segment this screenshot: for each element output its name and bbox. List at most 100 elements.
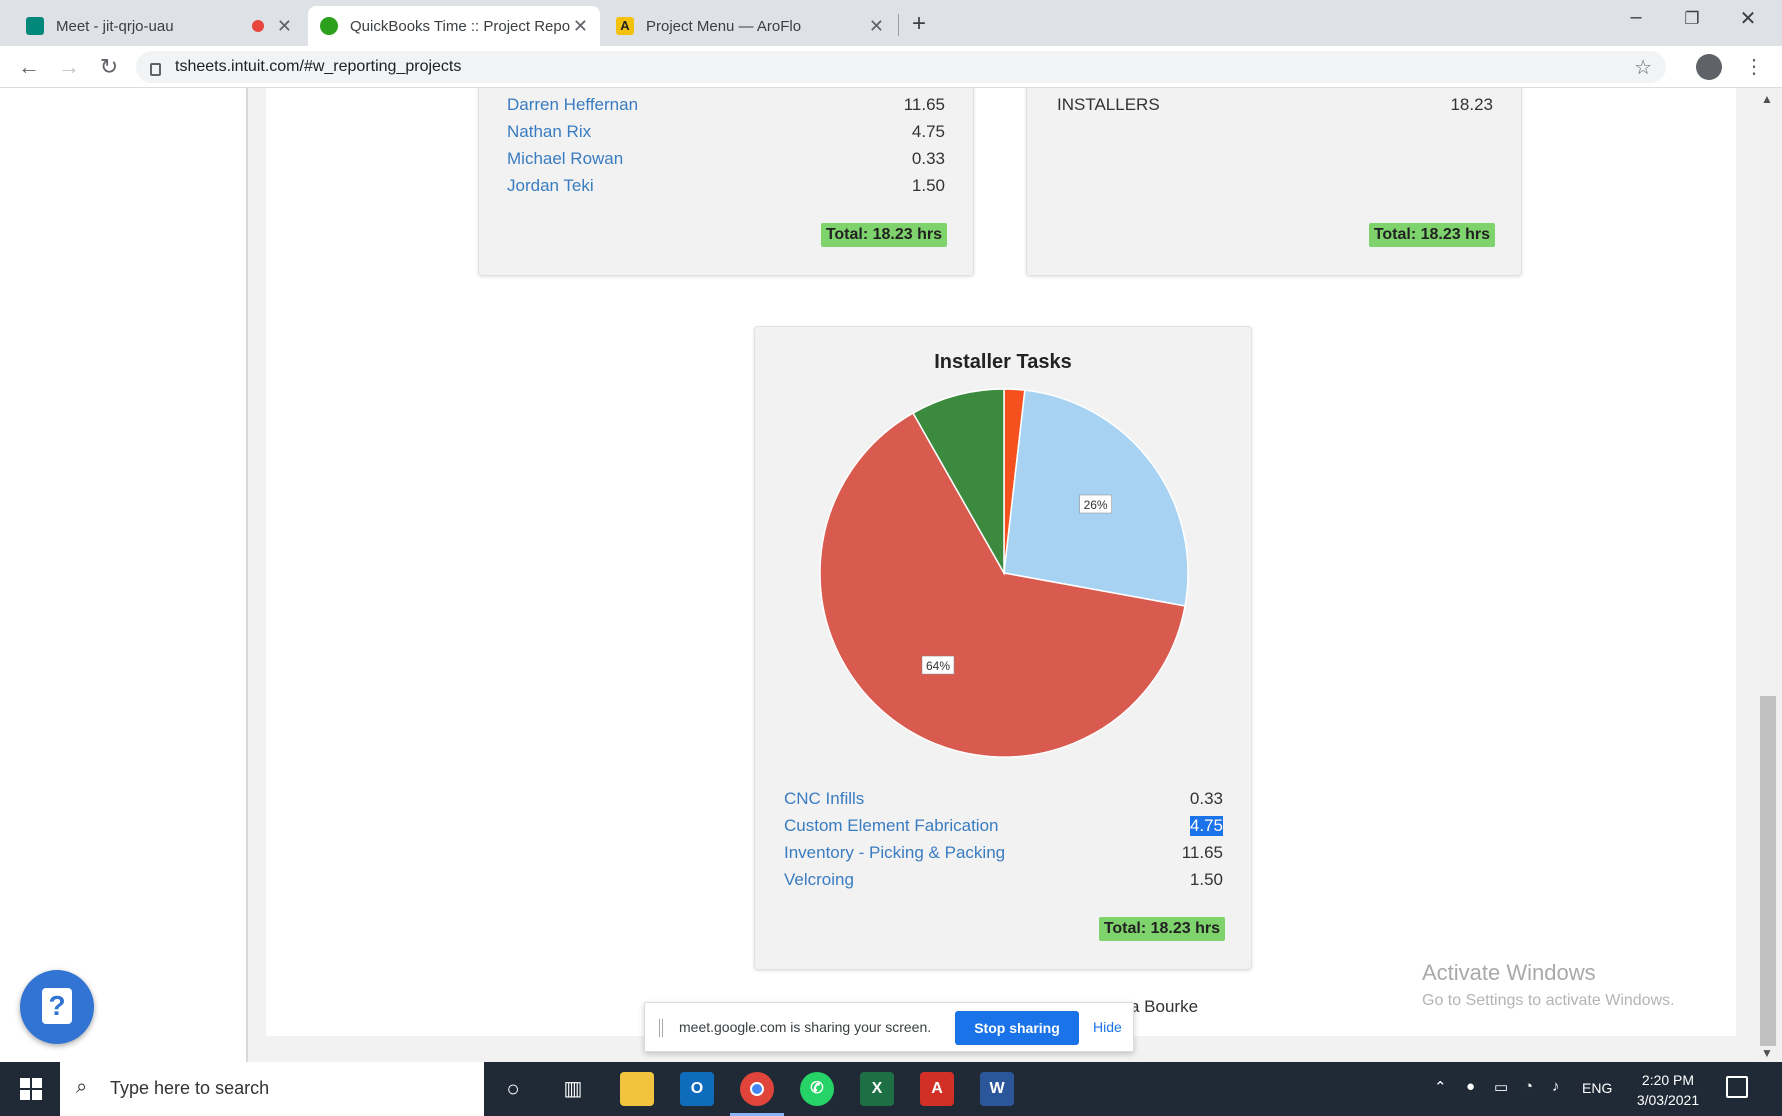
person-hours: 4.75 (911, 122, 945, 141)
people-hours-card: Darren Heffernan 11.65 Nathan Rix 4.75 M… (478, 88, 974, 276)
url-text: tsheets.intuit.com/#w_reporting_projects (175, 58, 462, 75)
table-row: INSTALLERS 18.23 (1027, 95, 1521, 121)
task-link[interactable]: Custom Element Fabrication (784, 816, 998, 836)
group-name: INSTALLERS (1057, 95, 1160, 114)
tray-overflow-icon[interactable]: ⌃ (1434, 1078, 1447, 1096)
microphone-icon[interactable]: ● (1466, 1078, 1475, 1095)
close-tab-icon[interactable]: ✕ (573, 16, 588, 37)
taskbar-search-box[interactable]: ⌕ Type here to search (60, 1062, 484, 1116)
person-link[interactable]: Michael Rowan (507, 149, 623, 169)
person-link[interactable]: Jordan Teki (507, 176, 594, 196)
group-hours: 18.23 (1450, 95, 1493, 114)
tab-aroflo-title: Project Menu — AroFlo (646, 17, 802, 35)
table-row: Inventory - Picking & Packing 11.65 (755, 843, 1251, 869)
total-hours-badge: Total: 18.23 hrs (820, 223, 947, 247)
table-row: Nathan Rix 4.75 (479, 122, 973, 148)
stop-sharing-button[interactable]: Stop sharing (955, 1011, 1079, 1045)
scrollbar-thumb[interactable] (1760, 696, 1776, 1046)
battery-icon[interactable]: ▭ (1494, 1078, 1508, 1096)
card-title: Installer Tasks (934, 351, 1072, 373)
windows-start-icon[interactable] (20, 1078, 42, 1100)
person-link[interactable]: Darren Heffernan (507, 95, 638, 115)
total-hours-badge: Total: 18.23 hrs (1368, 223, 1495, 247)
windows-taskbar: ⌕ Type here to search ○ ▥ O ✆ X A W ⌃ ● … (0, 1062, 1782, 1116)
browser-menu-icon[interactable]: ⋮ (1744, 54, 1764, 79)
close-tab-icon[interactable]: ✕ (869, 16, 884, 37)
volume-icon[interactable]: ♪ (1552, 1078, 1560, 1095)
tab-quickbooks-title: QuickBooks Time :: Project Repor (350, 17, 570, 35)
aroflo-icon: A (616, 17, 634, 35)
profile-avatar-icon[interactable] (1696, 54, 1722, 80)
pie-slice-label: 64% (921, 655, 955, 675)
task-hours: 1.50 (1189, 870, 1223, 889)
screen-share-bar: meet.google.com is sharing your screen. … (644, 1002, 1134, 1052)
share-status-text: meet.google.com is sharing your screen. (679, 1019, 932, 1035)
task-link[interactable]: CNC Infills (784, 789, 864, 809)
installer-tasks-pie-chart: 26% 64% (819, 388, 1189, 758)
back-arrow-icon[interactable]: ← (14, 54, 44, 80)
svg-text:64%: 64% (926, 659, 950, 673)
drag-handle-icon[interactable] (659, 1019, 663, 1037)
total-hours-badge: Total: 18.23 hrs (1098, 917, 1225, 941)
tab-separator (898, 14, 899, 36)
task-view-icon[interactable]: ▥ (556, 1072, 590, 1106)
scroll-down-arrow-icon[interactable]: ▼ (1761, 1046, 1773, 1060)
activate-windows-title: Activate Windows (1422, 960, 1596, 985)
page-viewport: Darren Heffernan 11.65 Nathan Rix 4.75 M… (0, 88, 1782, 1062)
recording-indicator-icon (252, 20, 264, 32)
forward-arrow-icon[interactable]: → (54, 54, 84, 80)
tab-meet[interactable]: Meet - jit-qrjo-uau ✕ (14, 6, 304, 46)
minimize-button[interactable]: – (1616, 6, 1656, 29)
reload-icon[interactable]: ↻ (94, 54, 124, 80)
browser-tab-strip: Meet - jit-qrjo-uau ✕ QuickBooks Time ::… (0, 0, 1782, 46)
tab-aroflo[interactable]: A Project Menu — AroFlo ✕ (604, 6, 896, 46)
table-row: Velcroing 1.50 (755, 870, 1251, 896)
acrobat-icon[interactable]: A (920, 1072, 954, 1106)
person-hours: 1.50 (911, 176, 945, 195)
wifi-icon[interactable]: ◔ (1524, 1078, 1533, 1095)
file-explorer-icon[interactable] (620, 1072, 654, 1106)
table-row: CNC Infills 0.33 (755, 789, 1251, 815)
tab-quickbooks[interactable]: QuickBooks Time :: Project Repor ✕ (308, 6, 600, 46)
help-button[interactable]: ? (20, 970, 94, 1044)
person-hours: 11.65 (903, 95, 945, 114)
taskbar-clock[interactable]: 2:20 PM 3/03/2021 (1626, 1070, 1710, 1110)
new-tab-button[interactable]: + (912, 10, 926, 38)
close-tab-icon[interactable]: ✕ (277, 16, 292, 37)
task-link[interactable]: Velcroing (784, 870, 854, 890)
lock-icon (150, 62, 161, 76)
cortana-icon[interactable]: ○ (496, 1072, 530, 1106)
whatsapp-icon[interactable]: ✆ (800, 1072, 834, 1106)
person-hours: 0.33 (911, 149, 945, 168)
svg-text:26%: 26% (1084, 498, 1108, 512)
task-hours: 0.33 (1189, 789, 1223, 808)
search-placeholder: Type here to search (110, 1078, 270, 1098)
footer-user-name: a Bourke (1130, 997, 1199, 1016)
task-hours: 11.65 (1181, 843, 1223, 862)
restore-button[interactable]: ❐ (1672, 9, 1712, 29)
task-hours-selected: 4.75 (1189, 816, 1223, 836)
task-link[interactable]: Inventory - Picking & Packing (784, 843, 1005, 863)
person-link[interactable]: Nathan Rix (507, 122, 591, 142)
meet-icon (26, 17, 44, 35)
table-row: Custom Element Fabrication 4.75 (755, 816, 1251, 842)
outlook-icon[interactable]: O (680, 1072, 714, 1106)
pie-slice-label: 26% (1079, 494, 1112, 514)
notification-center-icon[interactable] (1726, 1076, 1748, 1098)
close-window-button[interactable]: ✕ (1728, 6, 1768, 31)
chrome-icon[interactable] (740, 1072, 774, 1106)
excel-icon[interactable]: X (860, 1072, 894, 1106)
table-row: Michael Rowan 0.33 (479, 149, 973, 175)
search-icon: ⌕ (76, 1076, 88, 1098)
browser-toolbar: ← → ↻ tsheets.intuit.com/#w_reporting_pr… (0, 46, 1782, 88)
group-hours-card: INSTALLERS 18.23 Total: 18.23 hrs (1026, 88, 1522, 276)
hide-share-bar-button[interactable]: Hide (1093, 1019, 1122, 1035)
scroll-up-arrow-icon[interactable]: ▲ (1761, 92, 1773, 106)
installer-tasks-card: Installer Tasks 26% 64% CNC Infills 0.33 … (754, 326, 1252, 970)
clock-time: 2:20 PM (1641, 1072, 1695, 1088)
word-icon[interactable]: W (980, 1072, 1014, 1106)
language-indicator[interactable]: ENG (1582, 1080, 1612, 1096)
bookmark-star-icon[interactable]: ☆ (1634, 55, 1652, 80)
address-bar[interactable]: tsheets.intuit.com/#w_reporting_projects… (136, 51, 1666, 83)
quickbooks-icon (320, 17, 338, 35)
